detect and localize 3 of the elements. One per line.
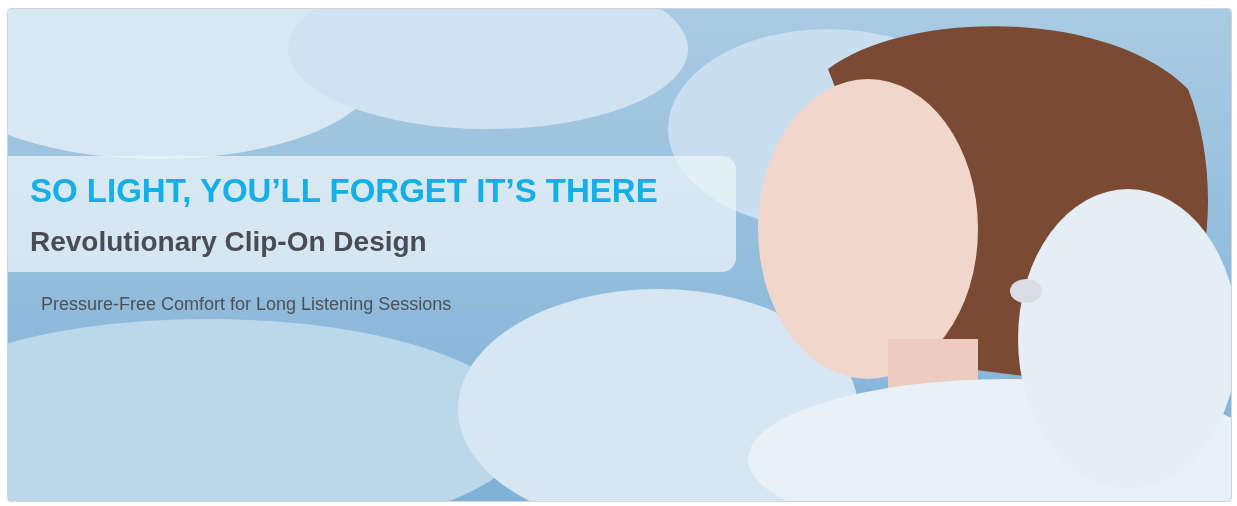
headline: SO LIGHT, YOU’LL FORGET IT’S THERE xyxy=(30,171,659,211)
subheadline: Revolutionary Clip-On Design xyxy=(30,225,428,259)
tagline: Pressure-Free Comfort for Long Listening Sessions xyxy=(41,294,453,315)
